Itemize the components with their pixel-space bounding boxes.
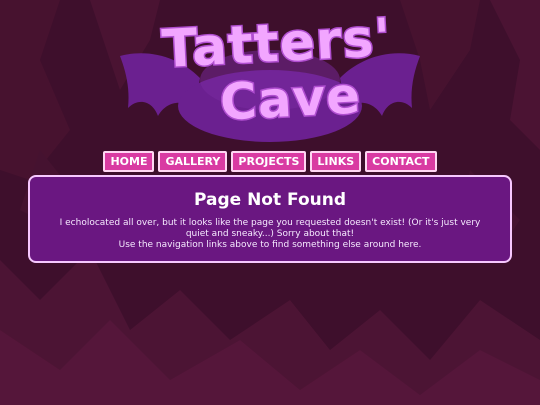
error-message: I echolocated all over, but it looks lik…: [59, 218, 481, 239]
nav-home-button[interactable]: HOME: [103, 151, 155, 172]
logo-title-line2: Cave: [217, 65, 364, 133]
main-navigation: HOME GALLERY PROJECTS LINKS CONTACT: [0, 151, 540, 172]
nav-projects-button[interactable]: PROJECTS: [231, 151, 307, 172]
nav-links-button[interactable]: LINKS: [310, 151, 362, 172]
error-panel: Page Not Found I echolocated all over, b…: [28, 175, 512, 263]
error-navigation-hint: Use the navigation links above to find s…: [118, 240, 422, 250]
error-heading: Page Not Found: [193, 190, 347, 210]
nav-gallery-button[interactable]: GALLERY: [158, 151, 228, 172]
site-logo[interactable]: Tatters' Cave: [110, 7, 430, 148]
nav-contact-button[interactable]: CONTACT: [365, 151, 437, 172]
page: Tatters' Cave HOME GALLERY PROJECTS LINK…: [0, 0, 540, 405]
